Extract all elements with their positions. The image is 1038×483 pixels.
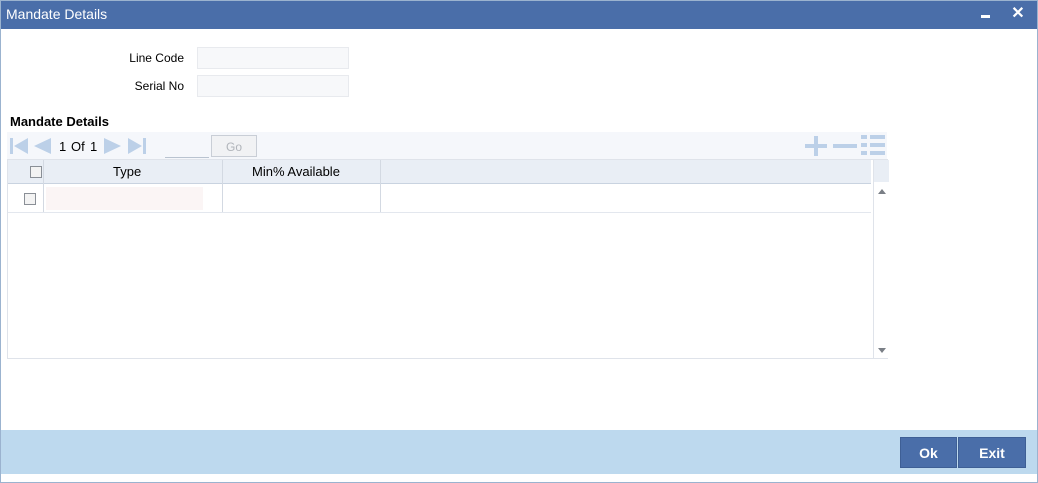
vertical-scrollbar[interactable] <box>873 160 889 358</box>
footer-bar: Ok Exit <box>1 430 1037 474</box>
serial-no-label: Serial No <box>134 79 184 93</box>
type-cell-input[interactable] <box>46 187 203 210</box>
delete-row-icon[interactable] <box>832 136 858 156</box>
last-page-icon[interactable] <box>127 137 149 155</box>
minimize-icon[interactable] <box>975 3 995 25</box>
go-button[interactable]: Go <box>211 135 257 157</box>
ok-button[interactable]: Ok <box>900 437 957 468</box>
grid-header: Type Min% Available <box>8 160 871 184</box>
add-row-icon[interactable] <box>804 136 828 156</box>
previous-page-icon[interactable] <box>32 137 52 155</box>
close-icon[interactable]: ✕ <box>1008 3 1028 25</box>
mandate-details-grid: Type Min% Available <box>7 159 889 359</box>
scroll-down-icon[interactable] <box>878 348 886 353</box>
scroll-up-icon[interactable] <box>878 189 886 194</box>
first-page-icon[interactable] <box>9 137 29 155</box>
goto-page-input[interactable] <box>165 137 209 158</box>
title-bar: Mandate Details ✕ <box>1 1 1037 29</box>
single-view-icon[interactable] <box>860 134 886 156</box>
exit-button[interactable]: Exit <box>958 437 1026 468</box>
serial-no-input[interactable] <box>197 75 349 97</box>
next-page-icon[interactable] <box>103 137 123 155</box>
select-all-checkbox[interactable] <box>30 166 42 178</box>
page-of-label: Of <box>71 139 85 154</box>
current-page: 1 <box>59 139 67 154</box>
section-title: Mandate Details <box>10 114 109 129</box>
total-pages: 1 <box>90 139 98 154</box>
column-header-min-available: Min% Available <box>252 164 340 179</box>
column-header-type: Type <box>113 164 142 179</box>
line-code-label: Line Code <box>129 51 184 65</box>
window-title: Mandate Details <box>6 6 108 22</box>
mandate-details-window: Mandate Details ✕ Line Code Serial No Ma… <box>0 0 1038 483</box>
row-checkbox[interactable] <box>24 193 36 205</box>
line-code-input[interactable] <box>197 47 349 69</box>
grid-toolbar: 1 Of 1 Go <box>7 132 887 159</box>
